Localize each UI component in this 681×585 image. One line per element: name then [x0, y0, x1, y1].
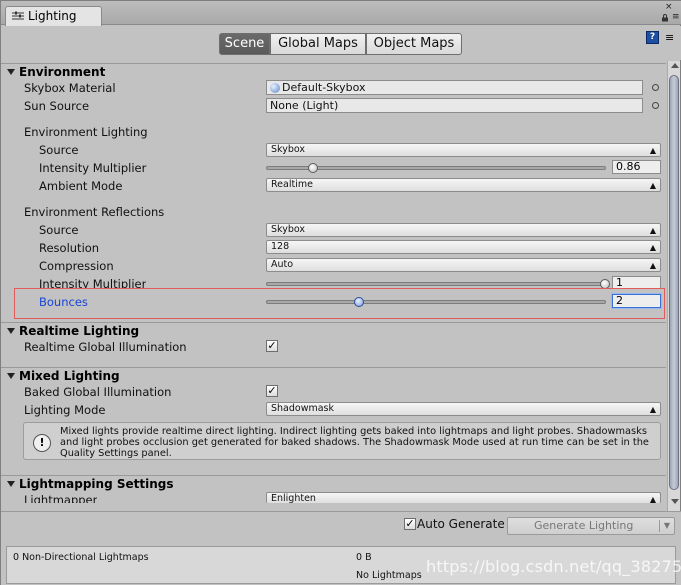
scroll-up-arrow-icon[interactable] — [671, 63, 679, 68]
skybox-material-field[interactable]: Default-Skybox — [266, 80, 643, 95]
dropdown-arrow-icon[interactable]: ▼ — [664, 518, 670, 534]
sun-source-field[interactable]: None (Light) — [266, 98, 643, 113]
lighting-tab-icon — [12, 11, 24, 20]
realtime-lighting-header-label: Realtime Lighting — [19, 324, 140, 338]
resolution-label: Resolution — [39, 241, 100, 255]
foldout-arrow-icon — [7, 69, 15, 75]
lightmaps-size: 0 B — [356, 552, 372, 563]
info-text: Mixed lights provide realtime direct lig… — [60, 426, 658, 459]
info-line: and light probes occlusion get generated… — [60, 437, 649, 448]
tab-global-maps[interactable]: Global Maps — [270, 33, 366, 55]
object-picker-icon[interactable] — [652, 102, 659, 109]
button-divider — [659, 520, 660, 532]
dropdown-arrow-icon: ▲︎ — [649, 243, 656, 252]
realtime-gi-label: Realtime Global Illumination — [24, 340, 187, 354]
skybox-material-label: Skybox Material — [24, 81, 116, 95]
settings-menu-icon[interactable]: ≡ — [665, 31, 674, 44]
intensity-value-field[interactable]: 0.86 — [612, 160, 661, 174]
reflection-source-label: Source — [39, 223, 79, 237]
ambient-mode-label: Ambient Mode — [39, 179, 123, 193]
close-icon[interactable]: × — [665, 2, 673, 12]
reflection-intensity-label: Intensity Multiplier — [39, 277, 147, 288]
compression-dropdown[interactable]: Auto ▲︎ — [266, 258, 661, 272]
ambient-mode-value: Realtime — [271, 179, 313, 190]
lightmapping-header-label: Lightmapping Settings — [19, 477, 174, 491]
context-menu-icon[interactable]: ≡ — [672, 12, 680, 22]
info-line: Quality Settings panel. — [60, 448, 172, 459]
lighting-mode-label: Lighting Mode — [24, 403, 106, 417]
realtime-lighting-header[interactable]: Realtime Lighting — [1, 322, 666, 340]
object-picker-icon[interactable] — [652, 84, 659, 91]
environment-reflections-label: Environment Reflections — [24, 205, 165, 219]
resolution-value: 128 — [271, 241, 290, 252]
lighting-mode-value: Shadowmask — [271, 403, 335, 414]
lighting-tab[interactable]: Lighting — [5, 6, 102, 26]
lightmapper-label: Lightmapper — [24, 493, 98, 503]
scrollbar-thumb[interactable] — [669, 75, 679, 490]
mixed-lighting-header[interactable]: Mixed Lighting — [1, 367, 666, 385]
compression-label: Compression — [39, 259, 114, 273]
tab-scene[interactable]: Scene — [219, 33, 270, 55]
lightmaps-count: 0 Non-Directional Lightmaps — [13, 552, 149, 563]
bounces-highlight-outline — [14, 288, 665, 319]
scroll-down-arrow-icon[interactable] — [671, 499, 679, 504]
ambient-mode-dropdown[interactable]: Realtime ▲︎ — [266, 178, 661, 192]
lightmapper-value: Enlighten — [271, 493, 316, 503]
auto-generate-checkbox[interactable]: ✓ — [404, 518, 416, 530]
material-sphere-icon — [270, 83, 280, 93]
lightmapper-dropdown[interactable]: Enlighten ▲︎ — [266, 492, 661, 503]
realtime-gi-checkbox[interactable]: ✓ — [266, 340, 278, 352]
reflection-intensity-slider-track[interactable] — [266, 282, 606, 286]
intensity-multiplier-label: Intensity Multiplier — [39, 161, 147, 175]
dropdown-arrow-icon: ▲︎ — [649, 495, 656, 503]
lightmapping-settings-header[interactable]: Lightmapping Settings — [1, 475, 666, 493]
dropdown-arrow-icon: ▲︎ — [649, 181, 656, 190]
vertical-scrollbar[interactable] — [667, 61, 680, 511]
dropdown-arrow-icon: ▲︎ — [649, 146, 656, 155]
foldout-arrow-icon — [7, 481, 15, 487]
source-dropdown-value: Skybox — [271, 144, 305, 155]
baked-gi-label: Baked Global Illumination — [24, 385, 172, 399]
dropdown-arrow-icon: ▲︎ — [649, 226, 656, 235]
source-label: Source — [39, 143, 79, 157]
lighting-tab-title: Lighting — [28, 9, 77, 23]
lock-icon[interactable] — [661, 14, 669, 22]
auto-generate-label: Auto Generate — [417, 517, 505, 531]
info-line: Mixed lights provide realtime direct lig… — [60, 426, 647, 437]
dropdown-arrow-icon: ▲︎ — [649, 261, 656, 270]
lighting-window: Lighting × ≡ Scene Global Maps Object Ma… — [0, 0, 681, 585]
watermark-text: https://blog.csdn.net/qq_38275140 — [426, 557, 681, 576]
reflection-source-dropdown[interactable]: Skybox ▲︎ — [266, 223, 661, 237]
resolution-dropdown[interactable]: 128 ▲︎ — [266, 240, 661, 254]
tab-object-maps[interactable]: Object Maps — [366, 33, 462, 55]
environment-lighting-label: Environment Lighting — [24, 125, 148, 139]
mixed-lighting-header-label: Mixed Lighting — [19, 369, 120, 383]
help-book-icon[interactable]: ? — [646, 31, 659, 44]
baked-gi-checkbox[interactable]: ✓ — [266, 385, 278, 397]
intensity-slider-handle[interactable] — [308, 163, 319, 173]
foldout-arrow-icon — [7, 328, 15, 334]
generate-lighting-button[interactable]: Generate Lighting ▼ — [507, 517, 675, 535]
environment-header[interactable]: Environment — [1, 63, 666, 81]
window-tab-bar: Lighting × ≡ — [1, 1, 681, 26]
skybox-material-value: Default-Skybox — [282, 81, 366, 94]
foldout-arrow-icon — [7, 373, 15, 379]
generate-lighting-label: Generate Lighting — [534, 519, 634, 532]
dropdown-arrow-icon: ▲︎ — [649, 405, 656, 414]
environment-header-label: Environment — [19, 65, 106, 79]
reflection-source-value: Skybox — [271, 224, 305, 235]
sun-source-label: Sun Source — [24, 99, 90, 113]
lighting-mode-dropdown[interactable]: Shadowmask ▲︎ — [266, 402, 661, 416]
info-exclamation-icon: ! — [33, 434, 51, 452]
shadowmask-info-box: ! Mixed lights provide realtime direct l… — [23, 422, 661, 460]
compression-value: Auto — [271, 259, 294, 270]
no-lightmaps-label: No Lightmaps — [356, 570, 422, 581]
reflection-intensity-value-field[interactable]: 1 — [612, 276, 661, 288]
source-dropdown[interactable]: Skybox ▲︎ — [266, 143, 661, 157]
